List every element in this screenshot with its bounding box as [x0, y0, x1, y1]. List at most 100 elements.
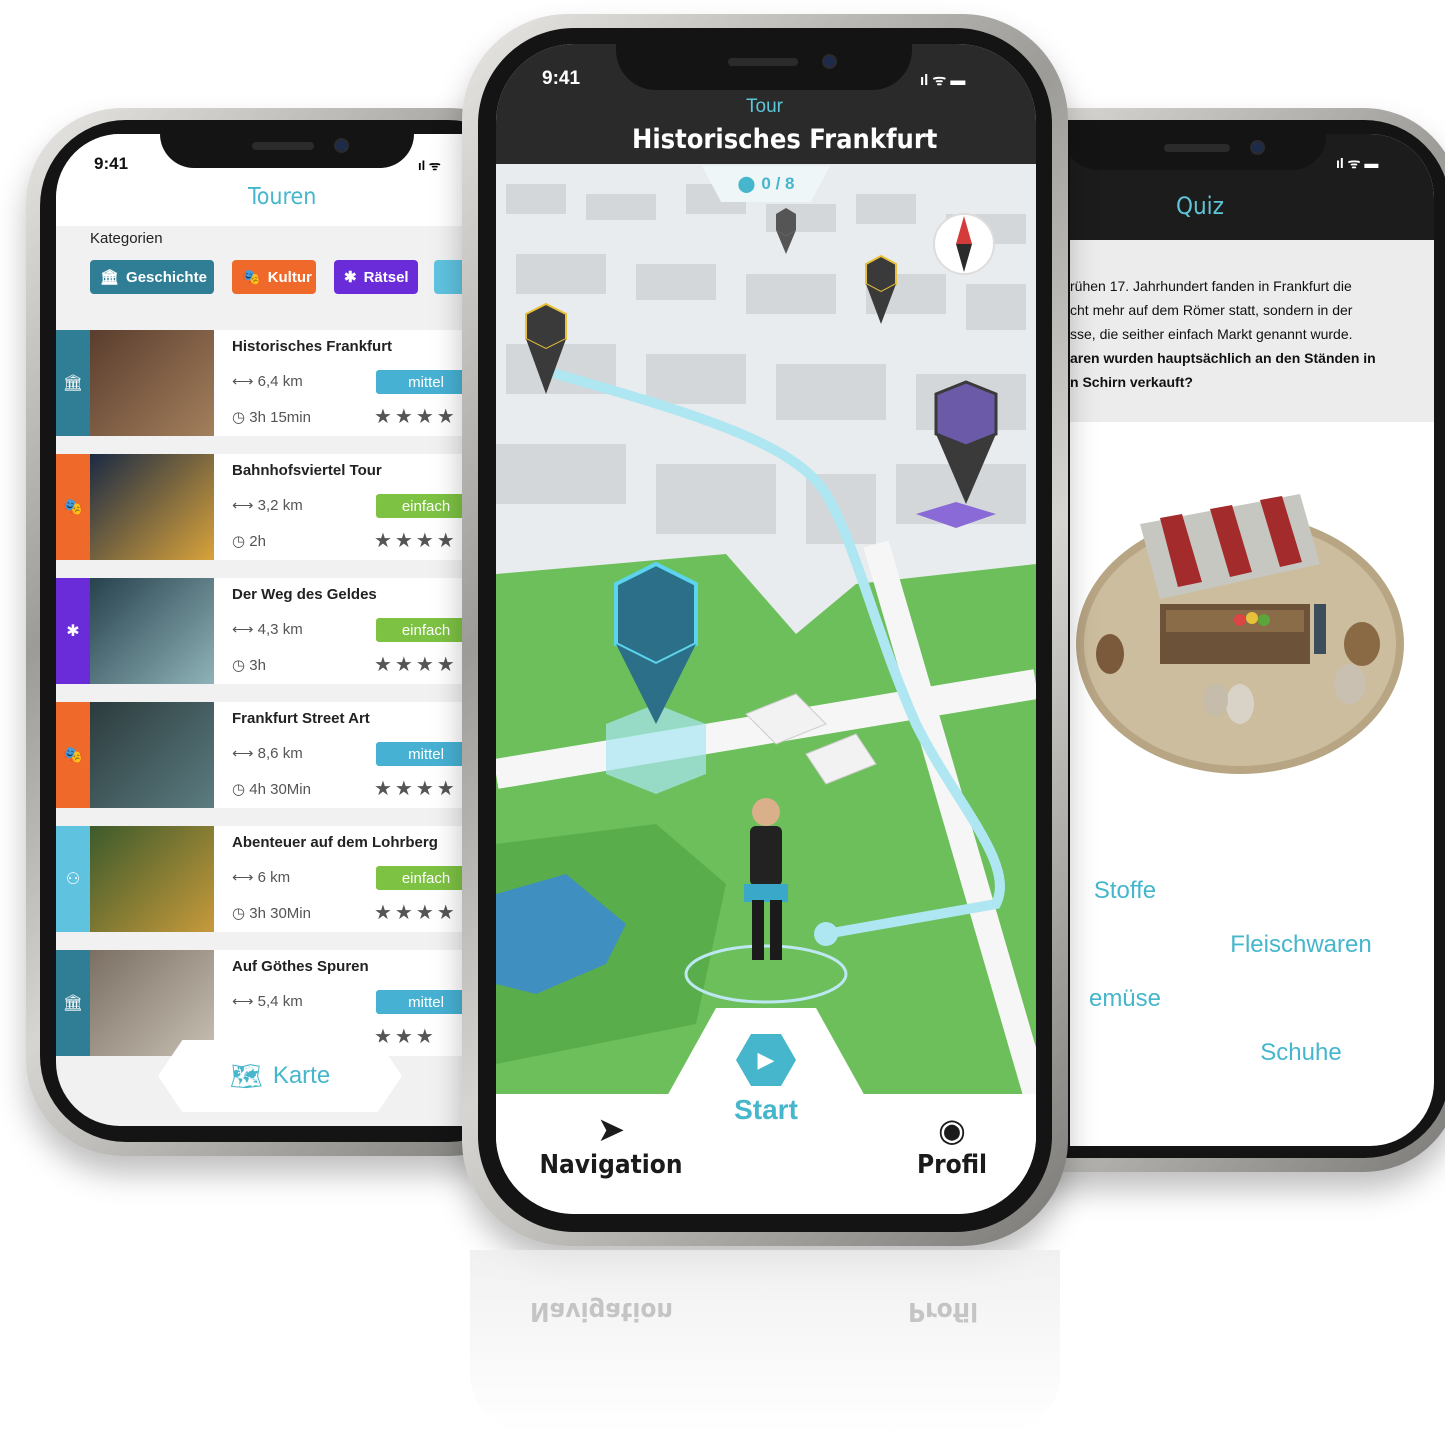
question-line: rühen 17. Jahrhundert fanden in Frankfur…	[1070, 278, 1352, 294]
category-strip: 🎭	[56, 702, 90, 808]
category-strip: 🎭	[56, 454, 90, 560]
nav-navigation[interactable]: ➤ Navigation	[526, 1110, 696, 1200]
answer-gemuese[interactable]: emüse	[1070, 964, 1200, 1034]
map-view[interactable]	[496, 164, 1036, 1104]
reflection-profile: Profil	[908, 1296, 979, 1326]
tour-duration: ◷ 3h	[232, 656, 266, 674]
tour-title: Frankfurt Street Art	[232, 710, 370, 727]
play-hex-icon: ▶	[736, 1034, 796, 1086]
quiz-title: Quiz	[1176, 192, 1225, 220]
category-chip-label: Rätsel	[363, 268, 409, 286]
tour-title: Historisches Frankfurt	[632, 124, 938, 155]
tour-list-item[interactable]: 🎭 Bahnhofsviertel Tour ⟷ 3,2 km ◷ 2h einfach…	[56, 454, 466, 560]
tour-thumbnail	[90, 454, 214, 560]
category-chip-rätsel[interactable]: ✱ Rätsel	[334, 260, 418, 294]
quiz-question: rühen 17. Jahrhundert fanden in Frankfur…	[1070, 274, 1434, 394]
question-line: cht mehr auf dem Römer statt, sondern in…	[1070, 302, 1353, 318]
categories-label: Kategorien	[90, 230, 163, 247]
mask-icon: 🎭	[63, 499, 83, 516]
left-phone-camera	[334, 138, 349, 153]
signal-icon: ıl ᯤ ▬	[1336, 155, 1379, 171]
tour-duration-value: 3h 30Min	[249, 905, 311, 922]
puzzle-icon: ✱	[344, 269, 357, 286]
tour-title: Abenteuer auf dem Lohrberg	[232, 834, 438, 851]
map-button[interactable]: 🗺 Karte	[158, 1040, 402, 1112]
status-time: 9:41	[94, 154, 129, 173]
map-button-label: Karte	[272, 1062, 331, 1089]
column-icon: 🏛	[62, 995, 84, 1012]
tour-list-item[interactable]: ⚇ Abenteuer auf dem Lohrberg ⟷ 6 km ◷ 3h 30…	[56, 826, 466, 932]
rating-stars: ★★★★	[374, 902, 458, 924]
tour-distance: ⟷ 8,6 km	[232, 744, 303, 762]
nav-navigation-label: Navigation	[539, 1150, 683, 1180]
tour-distance-value: 6 km	[257, 869, 291, 886]
page-title: Touren	[248, 184, 317, 210]
category-strip: ⚇	[56, 826, 90, 932]
difficulty-badge: mittel	[376, 990, 466, 1014]
reflection	[470, 1250, 1060, 1434]
tour-thumbnail	[90, 578, 214, 684]
tour-duration: ◷ 3h 30Min	[232, 904, 311, 922]
category-chip-label: Kultur	[267, 268, 312, 286]
category-strip: 🏛	[56, 950, 90, 1056]
clock-icon: ◷	[232, 409, 250, 426]
tour-distance: ⟷ 4,3 km	[232, 620, 303, 638]
question-line: aren wurden hauptsächlich an den Ständen…	[1070, 350, 1376, 366]
tour-distance-value: 6,4 km	[257, 373, 303, 390]
signal-icon: ıl ᯤ ▬	[920, 72, 966, 89]
mask-icon: 🎭	[63, 747, 83, 764]
status-time: 9:41	[542, 68, 581, 89]
clock-icon: ◷	[232, 781, 250, 798]
tour-distance-value: 8,6 km	[257, 745, 303, 762]
left-phone-screen: 9:41 ıl ᯤ Touren Kategorien 🏛 Geschichte 🎭…	[56, 134, 466, 1126]
progress-count: 0 / 8	[761, 174, 795, 193]
category-strip: ✱	[56, 578, 90, 684]
category-chip-kultur[interactable]: 🎭 Kultur	[232, 260, 316, 294]
rating-stars: ★★★★	[374, 530, 458, 552]
difficulty-badge: einfach	[376, 494, 466, 518]
reflection-navigation: Navigation	[530, 1296, 674, 1326]
rating-stars: ★★★	[374, 1026, 437, 1048]
distance-icon: ⟷	[232, 869, 258, 886]
tour-distance: ⟷ 3,2 km	[232, 496, 303, 514]
map-icon: 🗺	[229, 1060, 263, 1091]
answer-stoffe[interactable]: Stoffe	[1070, 856, 1200, 926]
category-strip: 🏛	[56, 330, 90, 436]
distance-icon: ⟷	[232, 993, 258, 1010]
difficulty-badge: mittel	[376, 370, 466, 394]
difficulty-badge: mittel	[376, 742, 466, 766]
question-line: sse, die seither einfach Markt genannt w…	[1070, 326, 1353, 342]
answer-label: Stoffe	[1093, 877, 1157, 904]
difficulty-badge: einfach	[376, 866, 466, 890]
answer-schuhe[interactable]: Schuhe	[1202, 1018, 1400, 1088]
progress-pill: ⬤ 0 / 8	[702, 166, 830, 202]
tour-title: Historisches Frankfurt	[232, 338, 393, 355]
tour-title: Bahnhofsviertel Tour	[232, 462, 382, 479]
center-phone-screen: 9:41 ıl ᯤ ▬ Tour Historisches Frankfurt	[496, 44, 1036, 1214]
tour-thumbnail	[90, 330, 214, 436]
profile-icon: ◉	[938, 1112, 966, 1148]
category-chip-geschichte[interactable]: 🏛 Geschichte	[90, 260, 214, 294]
tour-distance-value: 5,4 km	[257, 993, 303, 1010]
category-chip-label: Geschichte	[126, 268, 207, 286]
distance-icon: ⟷	[232, 621, 258, 638]
center-phone-speaker	[728, 58, 798, 66]
clock-icon: ◷	[232, 533, 250, 550]
answer-fleischwaren[interactable]: Fleischwaren	[1202, 910, 1400, 980]
tour-list-item[interactable]: 🏛 Historisches Frankfurt ⟷ 6,4 km ◷ 3h 15mi…	[56, 330, 466, 436]
mask-icon: 🎭	[242, 269, 261, 286]
tour-duration-value: 3h 15min	[249, 409, 311, 426]
distance-icon: ⟷	[232, 373, 258, 390]
tour-list-item[interactable]: ✱ Der Weg des Geldes ⟷ 4,3 km ◷ 3h einfach ★★…	[56, 578, 466, 684]
signal-icon: ıl ᯤ	[418, 158, 441, 173]
nav-profile-label: Profil	[916, 1150, 988, 1180]
tour-list-item[interactable]: 🎭 Frankfurt Street Art ⟷ 8,6 km ◷ 4h 30Min m…	[56, 702, 466, 808]
start-label: Start	[734, 1094, 798, 1125]
location-pin-icon: ⬤	[737, 176, 756, 193]
navigation-arrow-icon: ➤	[596, 1111, 626, 1149]
clock-icon: ◷	[232, 657, 250, 674]
tour-distance: ⟷ 6,4 km	[232, 372, 303, 390]
nav-profile[interactable]: ◉ Profil	[892, 1110, 1012, 1200]
tour-duration-value: 4h 30Min	[249, 781, 311, 798]
clock-icon: ◷	[232, 905, 250, 922]
